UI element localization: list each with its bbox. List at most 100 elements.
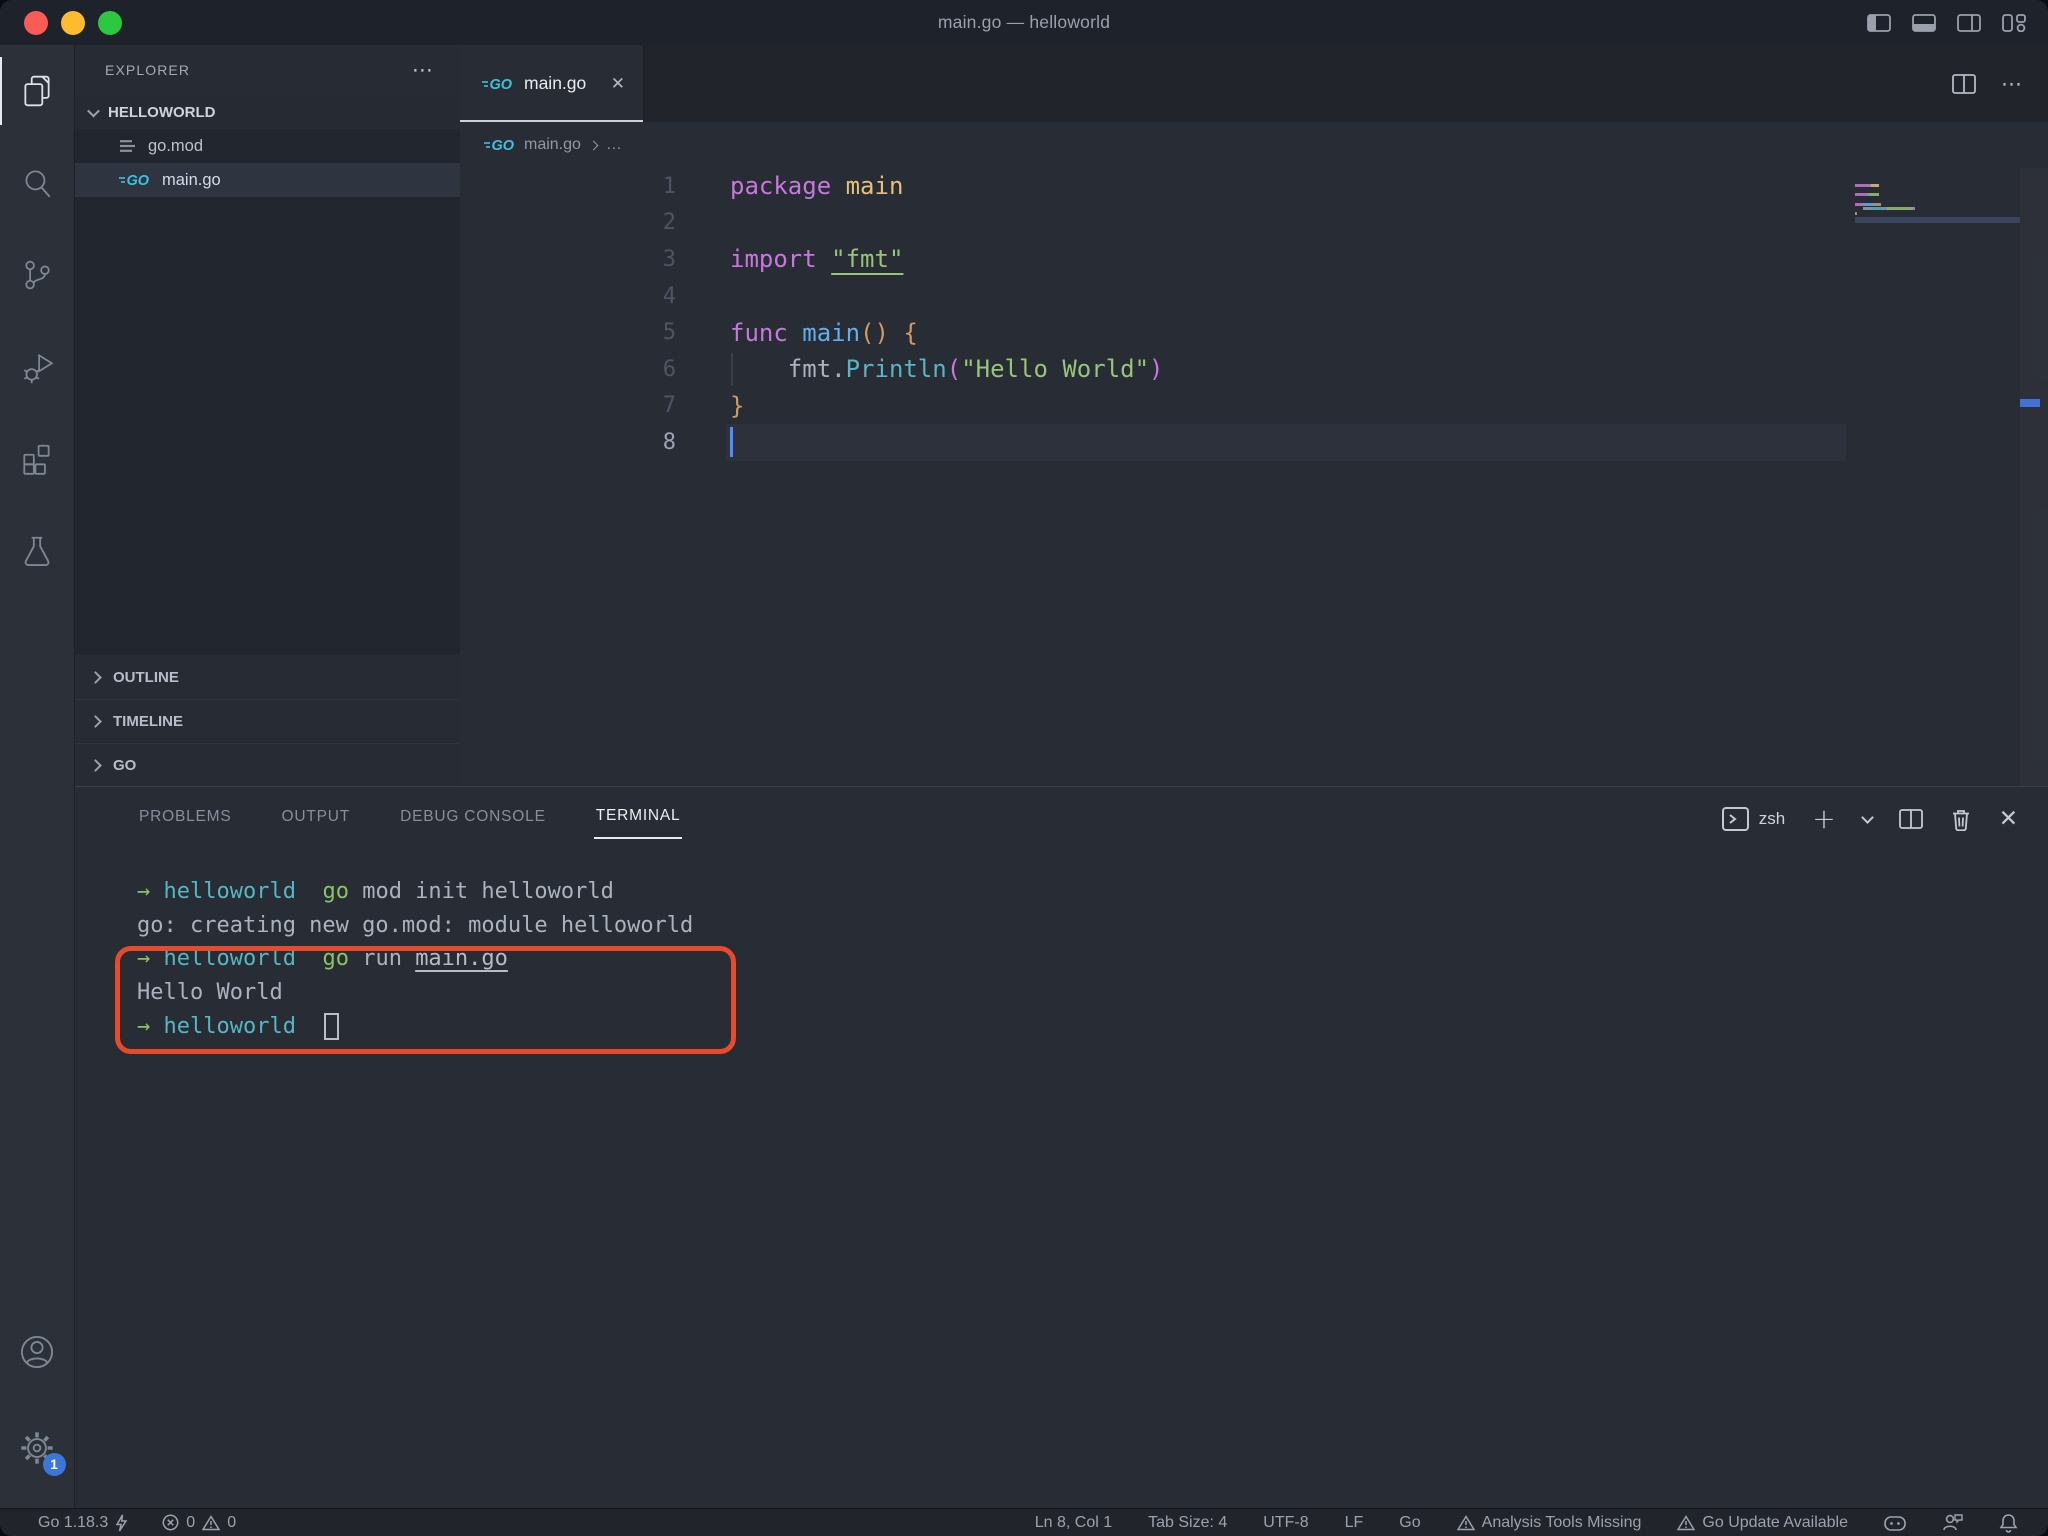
chevron-right-icon (588, 140, 598, 150)
code-area[interactable]: 1package main23import "fmt"45func main()… (460, 168, 2048, 786)
lightning-icon (115, 1514, 128, 1532)
terminal-line-5: → helloworld (137, 1009, 2048, 1043)
chevron-right-icon (89, 715, 102, 728)
chevron-right-icon (89, 759, 102, 772)
line-number: 3 (460, 247, 676, 272)
sidebar-item-extensions[interactable] (0, 439, 75, 479)
tree-file-maingo[interactable]: GO main.go (75, 163, 460, 197)
code-line-6[interactable]: 6 fmt.Println("Hello World") (460, 351, 2048, 388)
editor-cursor (730, 427, 733, 457)
toggle-sidebar-icon[interactable] (1867, 14, 1891, 32)
panel-tab-debug-console[interactable]: DEBUG CONSOLE (398, 800, 548, 838)
code-line-4[interactable]: 4 (460, 278, 2048, 315)
status-go-version[interactable]: Go 1.18.3 (38, 1514, 128, 1532)
accounts-button[interactable] (0, 1332, 75, 1372)
line-number: 7 (460, 393, 676, 418)
chevron-down-icon (87, 104, 100, 117)
files-icon (19, 73, 55, 109)
toggle-secondary-sidebar-icon[interactable] (1957, 14, 1981, 32)
split-terminal-icon[interactable] (1899, 809, 1923, 829)
sidebar-item-explorer[interactable] (0, 71, 75, 111)
code-line-2[interactable]: 2 (460, 205, 2048, 242)
new-terminal-icon[interactable]: + (1812, 809, 1835, 829)
terminal-instance-picker[interactable]: zsh (1722, 807, 1785, 831)
status-eol[interactable]: LF (1345, 1514, 1364, 1532)
status-language[interactable]: Go (1399, 1514, 1420, 1532)
extensions-icon (19, 441, 55, 477)
line-number: 1 (460, 174, 676, 199)
close-panel-icon[interactable]: ✕ (1999, 806, 2018, 832)
status-go-update[interactable]: Go Update Available (1677, 1514, 1848, 1532)
minimize-window-button[interactable] (61, 11, 85, 35)
code-text: } (676, 392, 744, 420)
terminal-line-2: go: creating new go.mod: module hellowor… (137, 909, 2048, 943)
tree-folder-helloworld[interactable]: HELLOWORLD (75, 95, 460, 129)
tab-maingo[interactable]: GO main.go ✕ (460, 45, 644, 122)
breadcrumb-symbol[interactable]: … (606, 136, 622, 154)
code-text: func main() { (676, 319, 918, 347)
svg-text:GO: GO (127, 173, 150, 188)
activity-bar: 1 (0, 45, 75, 1508)
go-file-icon: GO (119, 172, 150, 188)
code-text: fmt.Println("Hello World") (676, 355, 1164, 383)
kill-terminal-trash-icon[interactable] (1950, 808, 1972, 831)
minimap[interactable] (1855, 184, 2020, 223)
search-icon (19, 165, 55, 201)
status-cursor-position[interactable]: Ln 8, Col 1 (1035, 1514, 1112, 1532)
svg-text:GO: GO (492, 138, 515, 153)
terminal-toolbar: zsh + ✕ (1722, 787, 2018, 851)
sidebar-explorer: EXPLORER ⋯ HELLOWORLD go.mod GO main.go … (75, 45, 460, 786)
status-tab-size[interactable]: Tab Size: 4 (1148, 1514, 1227, 1532)
bottom-panel: PROBLEMS OUTPUT DEBUG CONSOLE TERMINAL zsh … (75, 786, 2048, 1508)
code-line-7[interactable]: 7} (460, 388, 2048, 425)
sidebar-section-go[interactable]: GO (75, 743, 460, 787)
status-problems[interactable]: 0 0 (162, 1514, 236, 1532)
breadcrumb-file[interactable]: main.go (524, 136, 581, 154)
panel-tab-problems[interactable]: PROBLEMS (137, 800, 234, 838)
vscode-window: main.go — helloworld (0, 0, 2048, 1536)
account-icon (18, 1333, 56, 1371)
sidebar-section-outline[interactable]: OUTLINE (75, 655, 460, 699)
tree-file-gomod[interactable]: go.mod (75, 129, 460, 163)
source-control-icon (19, 257, 55, 293)
customize-layout-icon[interactable] (2002, 14, 2026, 32)
status-encoding[interactable]: UTF-8 (1263, 1514, 1308, 1532)
status-analysis-tools[interactable]: Analysis Tools Missing (1457, 1514, 1642, 1532)
breadcrumb[interactable]: GO main.go … (460, 122, 2048, 168)
toggle-panel-icon[interactable] (1912, 14, 1936, 32)
feedback-icon[interactable] (1942, 1513, 1963, 1532)
split-editor-icon[interactable] (1952, 74, 1976, 94)
sidebar-item-source-control[interactable] (0, 255, 75, 295)
terminal-dropdown-icon[interactable] (1861, 811, 1874, 824)
close-window-button[interactable] (24, 11, 48, 35)
bell-icon[interactable] (1999, 1513, 2018, 1533)
code-text: package main (676, 172, 903, 200)
copilot-icon[interactable] (1884, 1514, 1906, 1532)
editor-more-actions-icon[interactable]: ⋯ (2001, 72, 2022, 96)
code-line-5[interactable]: 5func main() { (460, 314, 2048, 351)
sidebar-section-timeline[interactable]: TIMELINE (75, 699, 460, 743)
sidebar-item-run-debug[interactable] (0, 347, 75, 387)
panel-tab-output[interactable]: OUTPUT (280, 800, 353, 838)
panel-tab-terminal[interactable]: TERMINAL (594, 799, 683, 839)
terminal-output[interactable]: → helloworld go mod init helloworldgo: c… (75, 851, 2048, 1043)
explorer-more-actions-icon[interactable]: ⋯ (412, 58, 434, 82)
testing-flask-icon (19, 533, 55, 569)
error-icon (162, 1514, 179, 1531)
svg-text:GO: GO (490, 77, 513, 92)
code-line-3[interactable]: 3import "fmt" (460, 241, 2048, 278)
zoom-window-button[interactable] (98, 11, 122, 35)
tab-close-icon[interactable]: ✕ (611, 74, 625, 94)
sidebar-sections: OUTLINETIMELINEGO (75, 655, 460, 787)
editor-scrollbar[interactable] (2020, 168, 2048, 786)
sidebar-item-testing[interactable] (0, 531, 75, 571)
sidebar-item-search[interactable] (0, 163, 75, 203)
code-line-1[interactable]: 1package main (460, 168, 2048, 205)
code-text (676, 427, 733, 457)
go-file-icon: GO (482, 76, 513, 92)
settings-button[interactable]: 1 (0, 1428, 75, 1468)
line-number: 6 (460, 357, 676, 382)
traffic-lights (24, 0, 122, 45)
tab-label: main.go (524, 73, 586, 94)
code-line-8[interactable]: 8 (460, 424, 2048, 461)
